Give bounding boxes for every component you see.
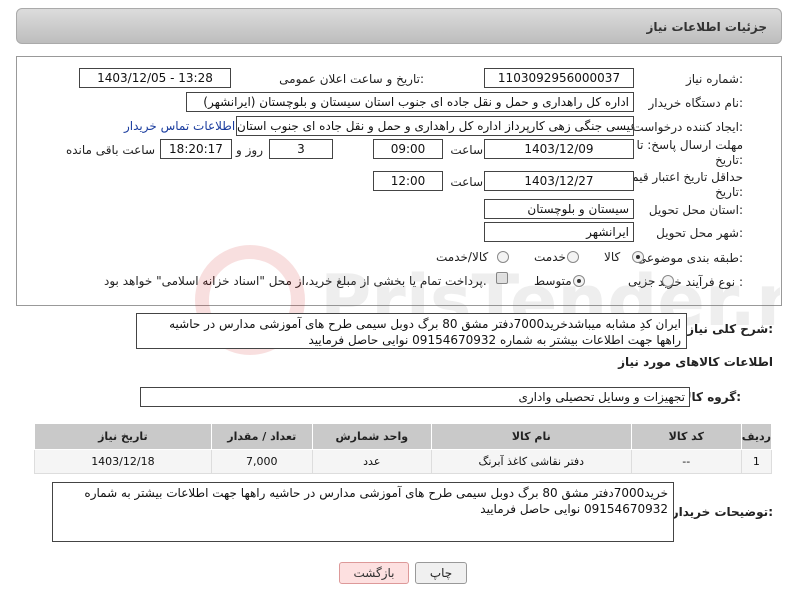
- category-radio-service[interactable]: [567, 251, 579, 263]
- col-row: ردیف: [740, 423, 773, 450]
- summary-textarea[interactable]: ایران کدِ مشابه میباشدخرید7000دفتر مشق 8…: [136, 313, 687, 349]
- process-option-minor: جزیی: [628, 274, 656, 288]
- process-radio-medium[interactable]: [573, 275, 585, 287]
- col-quantity: تعداد / مقدار: [210, 423, 313, 450]
- need-number-label: شماره نیاز:: [685, 72, 743, 86]
- category-radio-goods-service[interactable]: [497, 251, 509, 263]
- category-option-service: خدمت: [534, 250, 566, 264]
- remaining-label: ساعت باقی مانده: [65, 143, 155, 157]
- col-code: کد کالا: [630, 423, 742, 450]
- price-validity-time-field[interactable]: 12:00: [373, 171, 443, 191]
- print-button[interactable]: چاپ: [415, 562, 467, 584]
- province-label: استان محل تحویل:: [648, 203, 743, 217]
- price-validity-time-label: ساعت: [450, 175, 483, 189]
- category-label: طبقه بندی موضوعی:: [636, 251, 743, 265]
- deadline-time-label: ساعت: [450, 143, 483, 157]
- buyer-org-field[interactable]: اداره کل راهداری و حمل و نقل جاده ای جنو…: [186, 92, 634, 112]
- creator-field[interactable]: عیسی جنگی زهی کارپرداز اداره کل راهداری …: [236, 116, 634, 136]
- announce-datetime-field[interactable]: 1403/12/05 - 13:28: [79, 68, 231, 88]
- treasury-note: پرداخت تمام یا بخشی از مبلغ خرید،از محل …: [104, 274, 487, 288]
- goods-section-title: اطلاعات کالاهای مورد نیاز: [618, 355, 773, 369]
- days-remaining-field[interactable]: 3: [269, 139, 333, 159]
- deadline-date-field[interactable]: 1403/12/09: [484, 139, 634, 159]
- category-radio-goods[interactable]: [632, 251, 644, 263]
- need-number-field[interactable]: 1103092956000037: [484, 68, 634, 88]
- treasury-checkbox[interactable]: [496, 272, 508, 284]
- goods-group-field[interactable]: تجهیزات و وسایل تحصیلی واداری: [140, 387, 690, 407]
- goods-table-header: ردیف کد کالا نام کالا واحد شمارش تعداد /…: [34, 423, 773, 450]
- deadline-time-field[interactable]: 09:00: [373, 139, 443, 159]
- cell-quantity: 7,000: [210, 449, 313, 474]
- price-validity-date-label: تاریخ:: [715, 185, 743, 199]
- buyer-notes-textarea[interactable]: خرید7000دفتر مشق 80 برگ دوبل سیمی طرح ها…: [52, 482, 674, 542]
- city-label: شهر محل تحویل:: [656, 226, 743, 240]
- back-button[interactable]: بازگشت: [339, 562, 409, 584]
- cell-unit: عدد: [311, 449, 432, 474]
- cell-row: 1: [740, 449, 773, 474]
- category-option-goods-service: کالا/خدمت: [436, 250, 489, 264]
- col-name: نام کالا: [430, 423, 632, 450]
- cell-need-date: 1403/12/18: [34, 449, 212, 474]
- page-title: جزئیات اطلاعات نیاز: [646, 20, 767, 34]
- table-row[interactable]: 1 -- دفتر نقاشی کاغذ آبرنگ عدد 7,000 140…: [34, 449, 773, 474]
- goods-group-label: گروه کالا:: [682, 390, 741, 404]
- buyer-contact-link[interactable]: اطلاعات تماس خریدار: [124, 119, 235, 133]
- process-radio-minor[interactable]: [662, 275, 674, 287]
- price-validity-date-field[interactable]: 1403/12/27: [484, 171, 634, 191]
- cell-name: دفتر نقاشی کاغذ آبرنگ: [430, 449, 632, 474]
- province-field[interactable]: سیستان و بلوچستان: [484, 199, 634, 219]
- col-unit: واحد شمارش: [311, 423, 432, 450]
- announce-label: تاریخ و ساعت اعلان عمومی:: [279, 72, 424, 86]
- col-need-date: تاریخ نیاز: [34, 423, 212, 450]
- city-field[interactable]: ایرانشهر: [484, 222, 634, 242]
- summary-label: شرح کلی نیاز:: [687, 322, 773, 336]
- goods-table: ردیف کد کالا نام کالا واحد شمارش تعداد /…: [34, 423, 773, 474]
- deadline-label: مهلت ارسال پاسخ: تا: [636, 138, 743, 152]
- cell-code: --: [630, 449, 742, 474]
- category-option-goods: کالا: [604, 250, 621, 264]
- header-panel: جزئیات اطلاعات نیاز: [16, 8, 782, 44]
- remaining-time-field[interactable]: 18:20:17: [160, 139, 232, 159]
- deadline-date-label: تاریخ:: [715, 153, 743, 167]
- buyer-org-label: نام دستگاه خریدار:: [648, 96, 744, 110]
- buyer-notes-label: توضیحات خریدار:: [671, 505, 773, 519]
- creator-label: ایجاد کننده درخواست:: [632, 120, 743, 134]
- days-label: روز و: [236, 143, 263, 157]
- process-option-medium: متوسط: [534, 274, 572, 288]
